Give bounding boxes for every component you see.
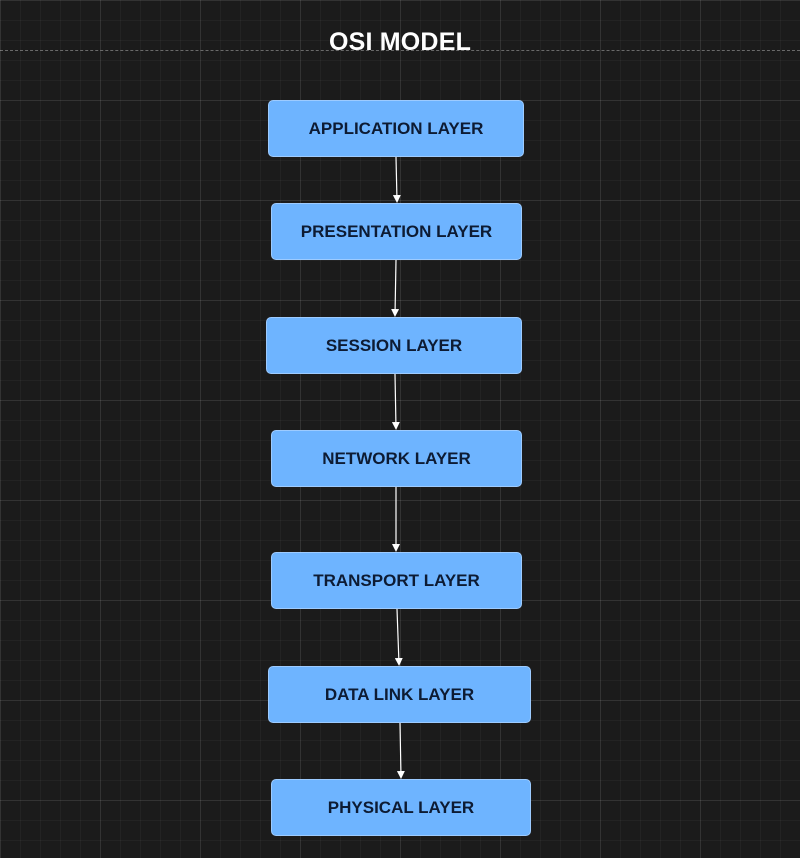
node-network-layer[interactable]: NETWORK LAYER	[271, 430, 522, 487]
node-data-link-layer[interactable]: DATA LINK LAYER	[268, 666, 531, 723]
node-physical-layer[interactable]: PHYSICAL LAYER	[271, 779, 531, 836]
node-application-layer[interactable]: APPLICATION LAYER	[268, 100, 524, 157]
connector-presentation-to-session	[391, 259, 400, 317]
connector-session-to-network	[391, 373, 400, 430]
node-session-layer[interactable]: SESSION LAYER	[266, 317, 522, 374]
node-transport-layer[interactable]: TRANSPORT LAYER	[271, 552, 522, 609]
connector-datalink-to-physical	[396, 722, 405, 779]
node-presentation-layer[interactable]: PRESENTATION LAYER	[271, 203, 522, 260]
connector-transport-to-datalink	[394, 608, 403, 666]
connector-application-to-presentation	[392, 156, 401, 203]
